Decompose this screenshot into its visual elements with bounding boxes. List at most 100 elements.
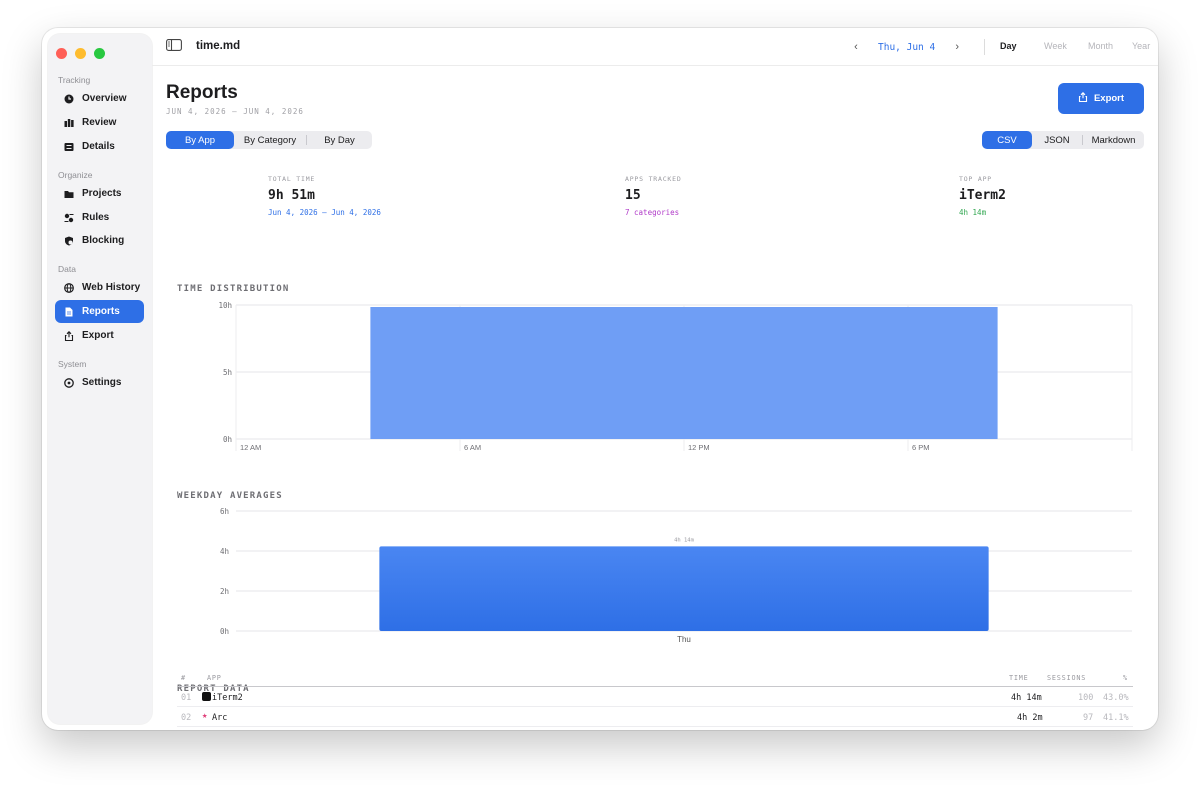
toolbar-divider xyxy=(984,39,985,55)
sidebar-item-projects[interactable]: Projects xyxy=(55,182,144,205)
row-time: 4h 2m xyxy=(1017,713,1043,723)
table-header: # APP TIME SESSIONS % xyxy=(177,668,1133,687)
weekday-averages-svg: 6h 4h 2h 0h 4h 14m Thu xyxy=(220,507,1132,644)
stat-value: iTerm2 xyxy=(959,188,1006,203)
table-row[interactable]: 01 iTerm2 4h 14m 100 43.0% xyxy=(177,687,1133,707)
stat-label: APPS TRACKED xyxy=(625,175,682,183)
sidebar-item-label: Export xyxy=(82,330,114,341)
x-tick-label: 6 PM xyxy=(912,443,930,452)
sidebar-item-web-history[interactable]: Web History xyxy=(55,276,144,299)
y-tick-label: 0h xyxy=(223,435,232,444)
column-header-time: TIME xyxy=(1009,674,1029,682)
previous-day-button[interactable]: ‹ xyxy=(848,37,864,57)
arc-icon: ★ xyxy=(202,711,208,721)
tab-week[interactable]: Week xyxy=(1044,41,1088,51)
weekday-averages-chart: 6h 4h 2h 0h 4h 14m Thu xyxy=(152,505,1158,655)
sidebar-item-export[interactable]: Export xyxy=(55,324,144,347)
close-window-button[interactable] xyxy=(56,48,67,59)
chevron-right-icon: › xyxy=(955,41,960,53)
section-title-time-distribution: TIME DISTRIBUTION xyxy=(177,284,290,294)
share-icon xyxy=(64,330,74,341)
time-distribution-svg: 10h 5h 0h 12 AM 6 AM 12 PM 6 PM xyxy=(218,301,1133,452)
x-tick-label: 6 AM xyxy=(464,443,481,452)
bar-chart-icon xyxy=(64,118,74,128)
minimize-window-button[interactable] xyxy=(75,48,86,59)
tab-year[interactable]: Year xyxy=(1132,41,1158,51)
column-header-num: # xyxy=(181,674,186,682)
globe-icon xyxy=(64,282,74,293)
zoom-window-button[interactable] xyxy=(94,48,105,59)
table-row[interactable]: 02 ★ Arc 4h 2m 97 41.1% xyxy=(177,707,1133,727)
sidebar-item-reports[interactable]: Reports xyxy=(55,300,144,323)
stat-value: 9h 51m xyxy=(268,188,315,203)
main-content: Reports JUN 4, 2026 — JUN 4, 2026 Export… xyxy=(152,67,1158,730)
row-pct: 41.1% xyxy=(1103,713,1129,723)
format-segmented: CSV JSON Markdown xyxy=(982,131,1144,149)
stat-label: TOP APP xyxy=(959,175,992,183)
stat-apps-tracked: APPS TRACKED 15 7 categories xyxy=(625,175,682,217)
sidebar-item-review[interactable]: Review xyxy=(55,111,144,134)
tab-json[interactable]: JSON xyxy=(1032,131,1082,149)
sidebar-item-label: Review xyxy=(82,117,117,128)
tab-csv[interactable]: CSV xyxy=(982,131,1032,149)
section-label-data: Data xyxy=(58,264,76,274)
chevron-left-icon: ‹ xyxy=(854,41,858,53)
sidebar: Tracking Overview Review Details Organiz… xyxy=(48,34,152,724)
current-date[interactable]: Thu, Jun 4 xyxy=(878,42,935,53)
toolbar: time.md ‹ Thu, Jun 4 › Day Week Month Ye… xyxy=(152,28,1158,66)
column-header-app: APP xyxy=(207,674,222,682)
sidebar-item-settings[interactable]: Settings xyxy=(55,371,144,394)
page-title: Reports xyxy=(166,82,238,103)
sidebar-item-label: Reports xyxy=(82,306,120,317)
row-app: Arc xyxy=(212,713,228,723)
export-button-label: Export xyxy=(1093,93,1125,104)
document-icon xyxy=(64,307,74,317)
row-sessions: 97 xyxy=(1083,713,1094,723)
bar-data-label: 4h 14m xyxy=(674,537,695,543)
report-table: # APP TIME SESSIONS % 01 iTerm2 4h 14m 1… xyxy=(177,668,1133,727)
list-icon xyxy=(64,142,74,152)
share-icon xyxy=(1078,92,1088,105)
y-tick-label: 5h xyxy=(223,368,232,377)
tab-month[interactable]: Month xyxy=(1088,41,1132,51)
next-day-button[interactable]: › xyxy=(949,37,965,57)
terminal-icon xyxy=(202,692,211,701)
rules-icon xyxy=(64,213,74,223)
export-button[interactable]: Export xyxy=(1058,83,1144,114)
group-by-segmented: By App By Category By Day xyxy=(166,131,372,149)
time-area xyxy=(370,307,998,439)
tab-by-category[interactable]: By Category xyxy=(234,131,306,149)
page-date-range: JUN 4, 2026 — JUN 4, 2026 xyxy=(166,107,304,116)
y-tick-label: 10h xyxy=(218,301,232,310)
app-window: Tracking Overview Review Details Organiz… xyxy=(42,28,1158,730)
folder-icon xyxy=(64,189,74,199)
sidebar-item-blocking[interactable]: Blocking xyxy=(55,229,144,252)
tab-markdown[interactable]: Markdown xyxy=(1083,131,1144,149)
weekday-bar xyxy=(379,546,989,631)
block-icon xyxy=(64,236,74,246)
sidebar-item-rules[interactable]: Rules xyxy=(55,206,144,229)
y-tick-label: 4h xyxy=(220,547,229,556)
time-distribution-chart: 10h 5h 0h 12 AM 6 AM 12 PM 6 PM xyxy=(152,297,1158,457)
column-header-pct: % xyxy=(1123,674,1128,682)
sidebar-item-label: Blocking xyxy=(82,235,125,246)
stat-label: TOTAL TIME xyxy=(268,175,316,183)
sidebar-toggle-button[interactable] xyxy=(162,37,186,57)
document-title: time.md xyxy=(196,40,241,52)
clock-icon xyxy=(64,94,74,104)
tab-day[interactable]: Day xyxy=(1000,41,1044,51)
sidebar-item-details[interactable]: Details xyxy=(55,135,144,158)
range-tabs: Day Week Month Year xyxy=(1000,41,1158,51)
sidebar-item-overview[interactable]: Overview xyxy=(55,87,144,110)
y-tick-label: 2h xyxy=(220,587,229,596)
section-label-tracking: Tracking xyxy=(58,75,91,85)
tab-by-day[interactable]: By Day xyxy=(307,131,372,149)
row-number: 01 xyxy=(181,693,192,703)
x-tick-label: 12 PM xyxy=(688,443,710,452)
x-category-label: Thu xyxy=(677,635,691,644)
section-label-organize: Organize xyxy=(58,170,93,180)
y-tick-label: 6h xyxy=(220,507,229,516)
stat-value: 15 xyxy=(625,188,641,203)
tab-by-app[interactable]: By App xyxy=(166,131,234,149)
sidebar-toggle-icon xyxy=(166,38,182,56)
